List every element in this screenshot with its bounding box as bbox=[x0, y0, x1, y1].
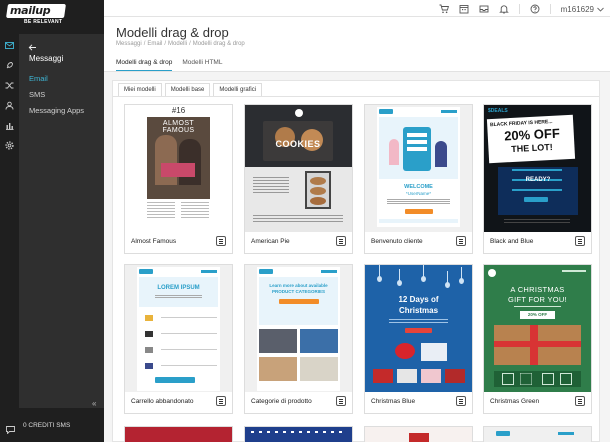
help-icon[interactable] bbox=[530, 4, 540, 14]
icon-rail bbox=[0, 34, 19, 408]
page-header: Modelli drag & drop Messaggi / Email / Model… bbox=[104, 17, 610, 72]
template-thumbnail[interactable]: COOKIES bbox=[245, 105, 352, 232]
thumb-line-1: Learn more about available bbox=[269, 283, 328, 288]
thumb-badge: 20% OFF bbox=[520, 311, 555, 319]
top-divider bbox=[518, 4, 520, 14]
thumb-headline: ALMOST FAMOUS bbox=[162, 120, 195, 134]
rocket-icon[interactable] bbox=[5, 61, 14, 70]
thumb-line-1: A CHRISTMAS bbox=[510, 285, 565, 294]
subtab-basic-templates[interactable]: Modelli base bbox=[164, 83, 211, 97]
nav-item-sms[interactable]: SMS bbox=[29, 90, 45, 99]
panel-title: Messaggi bbox=[29, 54, 64, 63]
template-name: Christmas Green bbox=[490, 398, 540, 405]
page-title: Modelli drag & drop bbox=[116, 25, 229, 40]
nav-item-messaging-apps[interactable]: Messaging Apps bbox=[29, 106, 84, 115]
template-menu-button[interactable] bbox=[336, 236, 346, 246]
template-menu-button[interactable] bbox=[575, 396, 585, 406]
template-thumbnail[interactable]: Learn more about available PRODUCT CATEG… bbox=[245, 265, 352, 392]
logo-text: mailup bbox=[10, 4, 51, 17]
template-card-partial[interactable] bbox=[364, 426, 473, 442]
template-name: American Pie bbox=[251, 238, 290, 245]
shuffle-icon[interactable] bbox=[5, 81, 14, 90]
template-name: Benvenuto cliente bbox=[371, 238, 423, 245]
tab-divider bbox=[104, 71, 610, 72]
template-thumbnail[interactable]: LOREM IPSUM bbox=[125, 265, 232, 392]
template-name: Christmas Blue bbox=[371, 398, 416, 405]
template-thumbnail[interactable]: $DEALS BLACK FRIDAY IS HERE... 20% OFF T… bbox=[484, 105, 591, 232]
template-card-partial[interactable] bbox=[483, 426, 592, 442]
thumb-subline: *UserName* bbox=[405, 191, 431, 196]
breadcrumb-current: Modelli drag & drop bbox=[192, 41, 245, 47]
settings-icon[interactable] bbox=[5, 141, 14, 150]
template-thumbnail[interactable]: WELCOME *UserName* bbox=[365, 105, 472, 232]
subtab-my-templates[interactable]: Miei modelli bbox=[118, 83, 162, 97]
chat-icon[interactable] bbox=[6, 421, 15, 435]
template-thumbnail[interactable]: #16 ALMOST FAMOUS bbox=[125, 105, 232, 232]
inbox-icon[interactable] bbox=[479, 4, 489, 14]
template-card[interactable]: WELCOME *UserName* Benvenuto cliente bbox=[364, 104, 473, 254]
top-icons: m161629 bbox=[439, 3, 604, 15]
thumb-line-1: 12 Days of bbox=[398, 295, 439, 304]
template-card[interactable]: Learn more about available PRODUCT CATEG… bbox=[244, 264, 353, 414]
thumb-number: #16 bbox=[171, 106, 186, 115]
subtab-divider bbox=[113, 96, 599, 97]
thumb-line-2: GIFT FOR YOU! bbox=[507, 295, 568, 304]
template-menu-button[interactable] bbox=[456, 396, 466, 406]
subtabs: Miei modelli Modelli base Modelli grafic… bbox=[118, 83, 263, 97]
template-name: Carrello abbandonato bbox=[131, 398, 194, 405]
main-area: Modelli drag & drop Messaggi / Email / Model… bbox=[104, 17, 610, 442]
thumb-line-4: READY? bbox=[525, 177, 551, 183]
breadcrumb-item[interactable]: Messaggi bbox=[116, 41, 142, 47]
breadcrumb-item[interactable]: Email bbox=[147, 41, 162, 47]
template-name: Almost Famous bbox=[131, 238, 177, 245]
thumb-line-2: PRODUCT CATEGORIES bbox=[272, 289, 325, 294]
chevron-down-icon bbox=[597, 7, 604, 12]
template-card[interactable]: A CHRISTMAS GIFT FOR YOU! 20% OFF Christ… bbox=[483, 264, 592, 414]
bell-icon[interactable] bbox=[498, 4, 509, 14]
subtab-graphic-templates[interactable]: Modelli grafici bbox=[213, 83, 263, 97]
template-name: Black and Blue bbox=[490, 238, 534, 245]
template-card[interactable]: $DEALS BLACK FRIDAY IS HERE... 20% OFF T… bbox=[483, 104, 592, 254]
stats-icon[interactable] bbox=[5, 121, 14, 130]
thumb-headline: LOREM IPSUM bbox=[157, 285, 200, 291]
template-menu-button[interactable] bbox=[575, 236, 585, 246]
thumb-headline: COOKIES bbox=[275, 139, 321, 149]
template-card[interactable]: COOKIES American Pie bbox=[244, 104, 353, 254]
brand-logo[interactable]: mailup BE RELEVANT bbox=[0, 0, 104, 34]
template-card[interactable]: LOREM IPSUM Carrello abbandonato bbox=[124, 264, 233, 414]
breadcrumb: Messaggi / Email / Modelli / Modelli drag & dr… bbox=[116, 41, 245, 47]
breadcrumb-item[interactable]: Modelli bbox=[168, 41, 187, 47]
section-panel: Messaggi Email SMS Messaging Apps « bbox=[19, 34, 104, 408]
cart-icon[interactable] bbox=[439, 4, 449, 14]
top-divider-2 bbox=[549, 4, 551, 14]
template-card-partial[interactable] bbox=[244, 426, 353, 442]
bottom-bar: 0 CREDITI SMS bbox=[0, 408, 104, 442]
logo-tagline: BE RELEVANT bbox=[24, 19, 63, 25]
template-name: Categorie di prodotto bbox=[251, 398, 312, 405]
template-menu-button[interactable] bbox=[456, 236, 466, 246]
template-thumbnail[interactable]: A CHRISTMAS GIFT FOR YOU! 20% OFF bbox=[484, 265, 591, 392]
template-menu-button[interactable] bbox=[216, 236, 226, 246]
calendar-icon[interactable] bbox=[459, 4, 469, 14]
template-card-partial[interactable] bbox=[124, 426, 233, 442]
mail-icon[interactable] bbox=[5, 41, 14, 50]
contacts-icon[interactable] bbox=[5, 101, 14, 110]
template-menu-button[interactable] bbox=[336, 396, 346, 406]
template-menu-button[interactable] bbox=[216, 396, 226, 406]
thumb-headline: WELCOME bbox=[404, 184, 433, 190]
template-card[interactable]: 12 Days of Christmas Christmas Blue bbox=[364, 264, 473, 414]
user-menu[interactable]: m161629 bbox=[561, 5, 604, 14]
back-arrow-icon[interactable] bbox=[28, 39, 37, 51]
collapse-sidebar-icon[interactable]: « bbox=[92, 399, 96, 408]
template-card[interactable]: #16 ALMOST FAMOUS Almost Famous bbox=[124, 104, 233, 254]
sms-credits[interactable]: 0 CREDITI SMS bbox=[23, 422, 70, 429]
nav-item-email[interactable]: Email bbox=[29, 74, 48, 83]
thumb-line-2: Christmas bbox=[398, 306, 439, 315]
user-name: m161629 bbox=[560, 4, 594, 14]
template-thumbnail[interactable]: 12 Days of Christmas bbox=[365, 265, 472, 392]
